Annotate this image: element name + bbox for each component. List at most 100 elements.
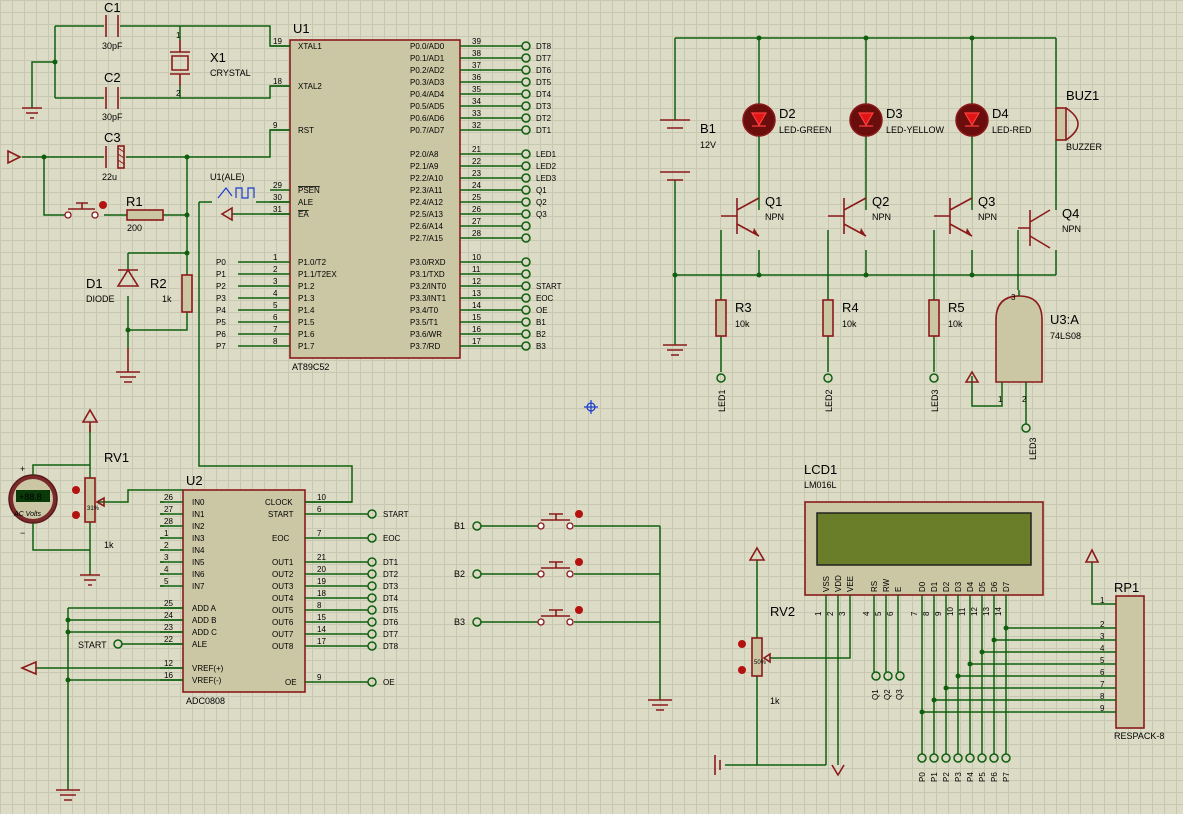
u2-pin-num: 25 bbox=[164, 599, 173, 608]
net-terminal[interactable] bbox=[521, 233, 531, 243]
button-terminal[interactable] bbox=[472, 521, 482, 531]
u2-net-label: OE bbox=[383, 678, 395, 687]
u1-pin-num: 38 bbox=[472, 49, 481, 58]
u1-pin-name: P2.5/A13 bbox=[410, 210, 443, 219]
lcd-display[interactable]: LCD1 LM016L VSS 1 VDD 2 VEE 3 RS 4 Q1 RW 5 Q2 E 6 Q3 D0… bbox=[804, 462, 1044, 782]
net-terminal[interactable] bbox=[941, 753, 951, 763]
net-terminal[interactable] bbox=[929, 373, 939, 383]
u1-p1-net: P2 bbox=[216, 282, 226, 291]
u1-pin-name: P1.5 bbox=[298, 318, 315, 327]
u1-pin-num: 39 bbox=[472, 37, 481, 46]
u1-net-label: B1 bbox=[536, 318, 546, 327]
buzzer-value: BUZZER bbox=[1066, 142, 1103, 152]
lcd-ctrl-net: Q3 bbox=[895, 689, 904, 700]
u2-pin-num: 7 bbox=[317, 529, 322, 538]
u1-pin-name: P0.3/AD3 bbox=[410, 78, 445, 87]
u1-pin-name: P1.3 bbox=[298, 294, 315, 303]
net-terminal[interactable] bbox=[521, 65, 531, 75]
net-terminal[interactable] bbox=[521, 149, 531, 159]
u1-pin-name: P2.3/A11 bbox=[410, 186, 443, 195]
u1-net-label: DT4 bbox=[536, 90, 552, 99]
u1-net-label: B2 bbox=[536, 330, 546, 339]
u1-pin-num: 31 bbox=[273, 205, 282, 214]
net-terminal[interactable] bbox=[367, 533, 377, 543]
u1-pin-name: P3.6/WR bbox=[410, 330, 442, 339]
button-state-icon[interactable] bbox=[575, 510, 583, 518]
net-terminal[interactable] bbox=[977, 753, 987, 763]
u2-adc[interactable]: U2 ADC0808 26 IN0 27 IN1 28 IN2 1 IN3 2 IN4 3 IN5 4 I… bbox=[160, 473, 409, 706]
push-buttons[interactable]: B1 B2 B3 bbox=[454, 510, 660, 627]
net-terminal[interactable] bbox=[521, 173, 531, 183]
net-terminal[interactable] bbox=[367, 581, 377, 591]
net-terminal[interactable] bbox=[367, 641, 377, 651]
schematic-diagram[interactable]: U1 AT89C52 19XTAL118XTAL29RST29PSEN30ALE… bbox=[0, 0, 1183, 814]
net-terminal[interactable] bbox=[521, 329, 531, 339]
u1-pin-num: 2 bbox=[273, 265, 278, 274]
net-terminal[interactable] bbox=[521, 185, 531, 195]
net-terminal[interactable] bbox=[521, 317, 531, 327]
u2-pin-name: ALE bbox=[192, 640, 207, 649]
net-terminal[interactable] bbox=[367, 569, 377, 579]
net-terminal[interactable] bbox=[367, 629, 377, 639]
net-terminal[interactable] bbox=[716, 373, 726, 383]
u1-pin-num: 18 bbox=[273, 77, 282, 86]
led-value: LED-YELLOW bbox=[886, 125, 945, 135]
u1-microcontroller[interactable]: U1 AT89C52 19XTAL118XTAL29RST29PSEN30ALE… bbox=[216, 21, 562, 372]
button-terminal[interactable] bbox=[472, 617, 482, 627]
net-terminal[interactable] bbox=[521, 101, 531, 111]
net-terminal[interactable] bbox=[521, 209, 531, 219]
b1-battery-ref: B1 bbox=[700, 121, 716, 136]
transistor-value: NPN bbox=[765, 212, 784, 222]
lcd-pin-name: D4 bbox=[966, 581, 975, 592]
net-terminal[interactable] bbox=[367, 509, 377, 519]
net-terminal[interactable] bbox=[823, 373, 833, 383]
transistor-value: NPN bbox=[978, 212, 997, 222]
button-state-icon[interactable] bbox=[575, 558, 583, 566]
net-terminal[interactable] bbox=[521, 293, 531, 303]
net-terminal[interactable] bbox=[871, 671, 881, 681]
net-terminal[interactable] bbox=[989, 753, 999, 763]
button-state-icon[interactable] bbox=[575, 606, 583, 614]
net-terminal[interactable] bbox=[521, 257, 531, 267]
u1-pin-name: P0.5/AD5 bbox=[410, 102, 445, 111]
u1-pin-name: EA bbox=[298, 210, 309, 219]
net-terminal[interactable] bbox=[1001, 753, 1011, 763]
net-terminal[interactable] bbox=[917, 753, 927, 763]
net-terminal[interactable] bbox=[367, 617, 377, 627]
net-terminal[interactable] bbox=[521, 89, 531, 99]
rv1-value: 1k bbox=[104, 540, 114, 550]
net-terminal[interactable] bbox=[895, 671, 905, 681]
net-terminal[interactable] bbox=[521, 221, 531, 231]
lcd-data-net: P0 bbox=[918, 772, 927, 782]
u1-net-label: DT2 bbox=[536, 114, 552, 123]
u1-pin-name: P2.2/A10 bbox=[410, 174, 443, 183]
net-terminal[interactable] bbox=[521, 161, 531, 171]
net-terminal[interactable] bbox=[367, 605, 377, 615]
net-terminal[interactable] bbox=[521, 125, 531, 135]
net-terminal[interactable] bbox=[521, 77, 531, 87]
net-terminal[interactable] bbox=[953, 753, 963, 763]
net-terminal[interactable] bbox=[521, 41, 531, 51]
d1-ref: D1 bbox=[86, 276, 103, 291]
c2-value: 30pF bbox=[102, 112, 123, 122]
net-terminal[interactable] bbox=[883, 671, 893, 681]
net-terminal[interactable] bbox=[965, 753, 975, 763]
button-terminal[interactable] bbox=[472, 569, 482, 579]
net-terminal[interactable] bbox=[367, 557, 377, 567]
net-terminal[interactable] bbox=[367, 677, 377, 687]
net-terminal[interactable] bbox=[521, 197, 531, 207]
net-terminal[interactable] bbox=[367, 593, 377, 603]
u2-pin-num: 8 bbox=[317, 601, 322, 610]
lcd-data-net: P7 bbox=[1002, 772, 1011, 782]
net-terminal[interactable] bbox=[521, 269, 531, 279]
net-terminal[interactable] bbox=[521, 281, 531, 291]
u2-pin-num: 9 bbox=[317, 673, 322, 682]
net-terminal[interactable] bbox=[521, 113, 531, 123]
net-terminal[interactable] bbox=[521, 305, 531, 315]
net-terminal[interactable] bbox=[521, 53, 531, 63]
lcd-pin-num: 10 bbox=[946, 607, 955, 616]
net-terminal[interactable] bbox=[521, 341, 531, 351]
u1-pin-name: P3.3/INT1 bbox=[410, 294, 447, 303]
led-ref: D4 bbox=[992, 106, 1009, 121]
net-terminal[interactable] bbox=[929, 753, 939, 763]
